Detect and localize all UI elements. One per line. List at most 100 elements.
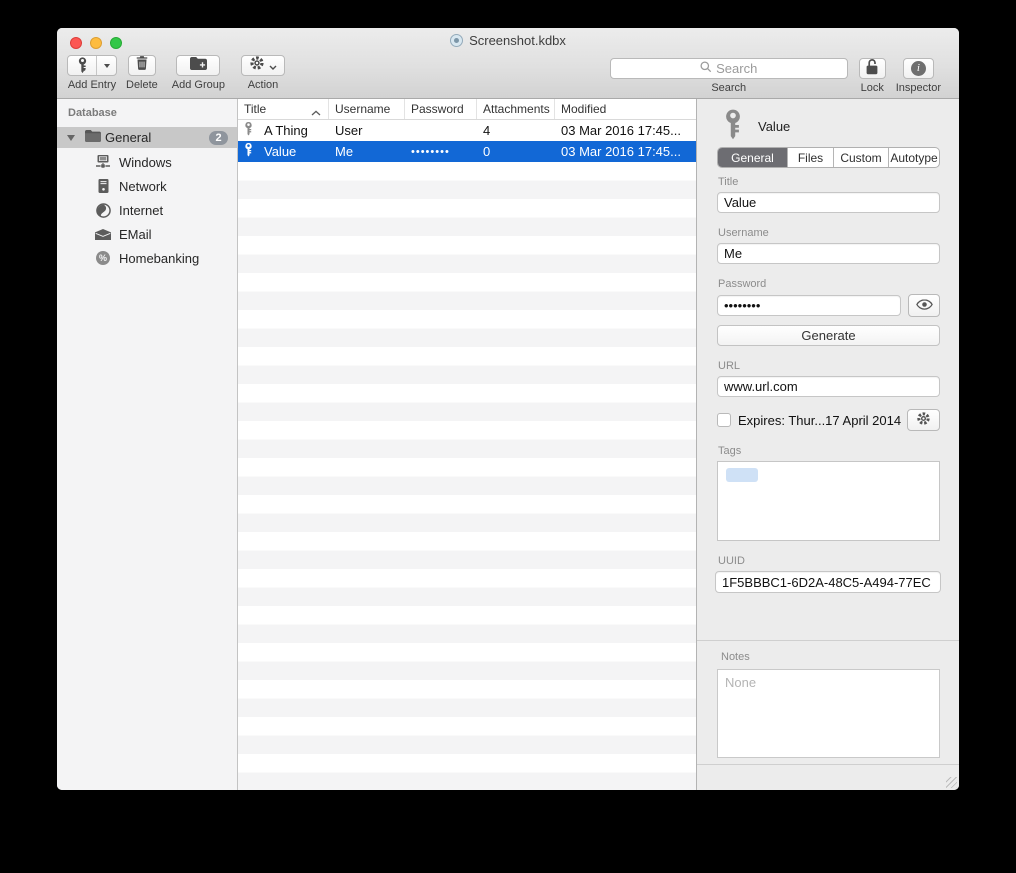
column-header-title[interactable]: Title bbox=[238, 99, 329, 119]
toolbar-right: Search Search Lock i Inspector bbox=[610, 58, 941, 94]
search-label: Search bbox=[711, 82, 746, 94]
inspector-label: Inspector bbox=[896, 82, 941, 94]
delete-item: Delete bbox=[126, 55, 158, 99]
key-icon bbox=[244, 142, 253, 161]
cell-password: •••••••• bbox=[405, 146, 477, 158]
titlebar[interactable]: Screenshot.kdbx bbox=[57, 28, 959, 55]
sidebar-item-general[interactable]: General 2 bbox=[57, 127, 237, 148]
table-header: Title Username Password Attachments Modi… bbox=[238, 99, 696, 120]
key-icon bbox=[244, 121, 253, 140]
password-field[interactable] bbox=[717, 295, 901, 316]
cell-username: User bbox=[329, 123, 405, 138]
sidebar-item-label: General bbox=[105, 130, 151, 145]
cell-modified: 03 Mar 2016 17:45... bbox=[555, 144, 696, 159]
sidebar-item-label: Internet bbox=[119, 203, 163, 218]
add-group-item: Add Group bbox=[172, 55, 225, 99]
sidebar-item-internet[interactable]: Internet bbox=[57, 198, 237, 222]
table-empty-area[interactable] bbox=[238, 162, 696, 790]
column-header-modified[interactable]: Modified bbox=[555, 99, 696, 119]
cell-attachments: 4 bbox=[477, 123, 555, 138]
entry-count-badge: 2 bbox=[209, 131, 228, 145]
username-field[interactable] bbox=[717, 243, 940, 264]
sidebar-item-label: Homebanking bbox=[119, 251, 199, 266]
disclosure-triangle-icon[interactable] bbox=[67, 135, 75, 141]
sidebar-item-label: Windows bbox=[119, 155, 172, 170]
key-plus-icon[interactable] bbox=[68, 56, 97, 75]
table-row-selected[interactable]: Value Me •••••••• 0 03 Mar 2016 17:45... bbox=[238, 141, 696, 162]
password-field-label: Password bbox=[718, 278, 940, 290]
toolbar: Add Entry Delete Add Group Action bbox=[57, 55, 959, 99]
lock-button[interactable] bbox=[859, 58, 886, 79]
column-header-password[interactable]: Password bbox=[405, 99, 477, 119]
entry-table: Title Username Password Attachments Modi… bbox=[238, 99, 696, 790]
generate-button[interactable]: Generate bbox=[717, 325, 940, 346]
tag-chip[interactable] bbox=[726, 468, 758, 482]
trash-icon bbox=[136, 56, 148, 75]
server-icon bbox=[95, 179, 111, 193]
add-entry-button[interactable] bbox=[67, 55, 117, 76]
inspector-button[interactable]: i bbox=[903, 58, 934, 79]
tags-box[interactable] bbox=[717, 461, 940, 541]
sidebar-item-homebanking[interactable]: % Homebanking bbox=[57, 246, 237, 270]
document-proxy-icon[interactable] bbox=[450, 34, 463, 47]
globe-icon bbox=[95, 203, 111, 218]
expires-settings-button[interactable] bbox=[907, 409, 940, 431]
url-field[interactable] bbox=[717, 376, 940, 397]
lock-item: Lock bbox=[859, 58, 886, 94]
notes-section: Notes bbox=[697, 640, 959, 764]
resize-grip[interactable] bbox=[946, 777, 957, 788]
entry-title: Value bbox=[758, 119, 790, 134]
window-title-area: Screenshot.kdbx bbox=[57, 33, 959, 50]
tags-label: Tags bbox=[718, 445, 940, 457]
search-icon bbox=[700, 61, 712, 76]
cell-title: A Thing bbox=[264, 123, 308, 138]
entry-header: Value bbox=[723, 109, 940, 143]
eye-icon bbox=[916, 298, 933, 313]
column-header-attachments[interactable]: Attachments bbox=[477, 99, 555, 119]
search-input[interactable]: Search bbox=[610, 58, 848, 79]
dropdown-arrow-icon bbox=[104, 64, 110, 68]
add-entry-item: Add Entry bbox=[67, 55, 117, 99]
cell-title: Value bbox=[264, 144, 296, 159]
table-row[interactable]: A Thing User 4 03 Mar 2016 17:45... bbox=[238, 120, 696, 141]
sidebar-item-network[interactable]: Network bbox=[57, 174, 237, 198]
chevron-down-icon bbox=[269, 57, 277, 75]
sidebar-item-email[interactable]: EMail bbox=[57, 222, 237, 246]
sidebar-section-header: Database bbox=[57, 107, 237, 119]
reveal-password-button[interactable] bbox=[908, 294, 940, 317]
notes-label: Notes bbox=[721, 651, 940, 663]
add-entry-dropdown[interactable] bbox=[97, 56, 116, 75]
add-entry-label: Add Entry bbox=[68, 79, 116, 91]
tab-custom[interactable]: Custom bbox=[833, 148, 888, 167]
inspector-panel: Value General Files Custom Autotype Titl… bbox=[696, 99, 959, 790]
add-group-label: Add Group bbox=[172, 79, 225, 91]
folder-plus-icon bbox=[190, 57, 207, 75]
inspector-tabs: General Files Custom Autotype bbox=[717, 147, 940, 168]
cell-modified: 03 Mar 2016 17:45... bbox=[555, 123, 696, 138]
delete-button[interactable] bbox=[128, 55, 156, 76]
expires-checkbox[interactable] bbox=[717, 413, 731, 427]
sidebar-item-windows[interactable]: Windows bbox=[57, 150, 237, 174]
tab-general[interactable]: General bbox=[718, 148, 787, 167]
sidebar: Database General 2 Windows Network Inter… bbox=[57, 99, 238, 790]
notes-textarea[interactable] bbox=[717, 669, 940, 758]
add-group-button[interactable] bbox=[176, 55, 220, 76]
cell-attachments: 0 bbox=[477, 144, 555, 159]
title-field-label: Title bbox=[718, 176, 940, 188]
title-field[interactable] bbox=[717, 192, 940, 213]
key-icon bbox=[723, 109, 743, 144]
macpass-window: Screenshot.kdbx Add Entry Delete bbox=[57, 28, 959, 790]
column-header-username[interactable]: Username bbox=[329, 99, 405, 119]
uuid-field[interactable] bbox=[715, 571, 941, 593]
tab-autotype[interactable]: Autotype bbox=[888, 148, 939, 167]
sidebar-item-label: Network bbox=[119, 179, 167, 194]
tab-files[interactable]: Files bbox=[787, 148, 833, 167]
network-computer-icon bbox=[95, 155, 111, 169]
username-field-label: Username bbox=[718, 227, 940, 239]
window-header: Screenshot.kdbx Add Entry Delete bbox=[57, 28, 959, 99]
action-button[interactable] bbox=[241, 55, 285, 76]
url-field-label: URL bbox=[718, 360, 940, 372]
lock-label: Lock bbox=[861, 82, 884, 94]
search-placeholder: Search bbox=[716, 61, 757, 76]
delete-label: Delete bbox=[126, 79, 158, 91]
